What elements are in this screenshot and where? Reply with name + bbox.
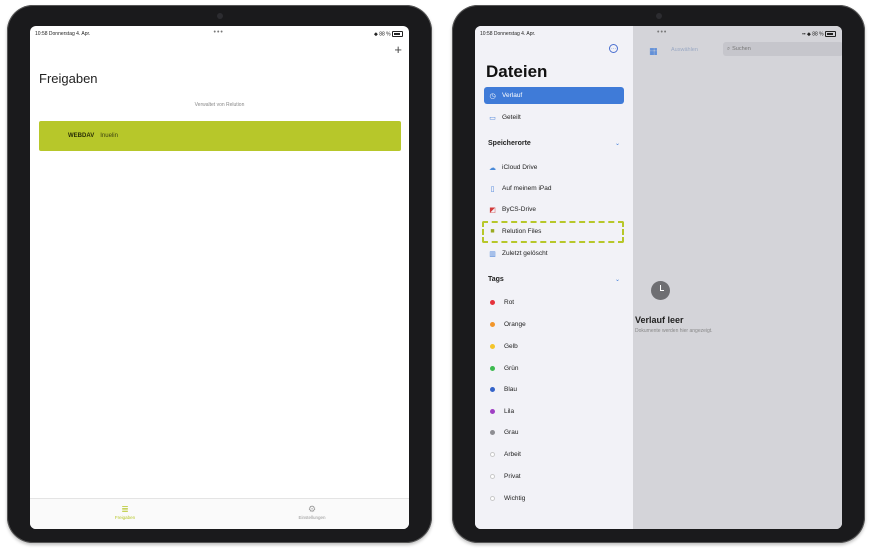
tab-bar: ≣ Freigaben ⚙ Einstellungen [30,498,409,529]
sidebar-item-label: Geteilt [502,114,521,121]
camera-dot [216,13,223,19]
add-share-button[interactable]: + [394,43,402,56]
multitask-dots[interactable]: ••• [657,29,667,36]
tag-label: Privat [504,473,521,480]
sidebar-item-verlauf[interactable]: ◷ Verlauf [484,87,624,104]
tag-item[interactable]: Gelb [484,338,624,355]
tag-item[interactable]: Blau [484,381,624,398]
wifi-battery-text: •• ◆ 88 % [802,31,824,38]
tag-item[interactable]: Grau [484,424,624,441]
chevron-down-icon[interactable]: ⌄ [615,276,620,283]
tag-label: Orange [504,321,526,328]
tag-color-dot [490,496,495,501]
status-time: 10:58 Donnerstag 4. Apr. [480,31,536,37]
status-bar-right: ••• •• ◆ 88 % [633,26,842,40]
chevron-down-icon[interactable]: ⌄ [615,140,620,147]
more-options-icon[interactable]: ··· [609,44,618,53]
tag-item[interactable]: Wichtig [484,490,624,507]
ipad-left: 10:58 Donnerstag 4. Apr. ••• ◆ 88 % + Fr… [7,5,432,543]
ipad-icon: ▯ [490,185,495,193]
sidebar-item-icloud-drive[interactable]: ☁ iCloud Drive [484,159,624,176]
recents-clock-icon [651,281,670,300]
select-button[interactable]: Auswählen [671,47,698,53]
battery-icon [392,31,403,37]
shared-folder-icon: ▭ [489,114,496,122]
gear-icon: ⚙ [307,504,317,514]
search-icon: ⌕ [727,45,731,52]
tag-item[interactable]: Rot [484,294,624,311]
sidebar-item-label: Auf meinem iPad [502,185,552,192]
tag-label: Arbeit [504,451,521,458]
tag-label: Wichtig [504,495,526,502]
page-title: Freigaben [39,71,98,86]
tag-label: Grau [504,429,519,436]
tag-color-dot [490,409,495,414]
tag-label: Lila [504,408,515,415]
multitask-dots[interactable]: ••• [214,29,224,36]
section-header-tags[interactable]: Tags ⌄ [488,276,624,283]
trash-icon: ▥ [489,250,496,258]
tag-color-dot [490,452,495,457]
list-icon: ≣ [121,504,129,514]
cloud-icon: ☁ [489,164,496,172]
share-name: WEBDAV [68,133,95,139]
tag-item[interactable]: Lila [484,403,624,420]
sidebar-item-label: ByCS-Drive [502,206,536,213]
status-bar: 10:58 Donnerstag 4. Apr. ••• ◆ 88 % [30,26,409,40]
sidebar-item-zuletzt-geloescht[interactable]: ▥ Zuletzt gelöscht [484,245,624,262]
tag-color-dot [490,474,495,479]
status-right: ◆ 88 % [374,31,403,37]
ipad-right: 10:58 Donnerstag 4. Apr. ··· Dateien ◷ V… [452,5,865,543]
empty-state-title: Verlauf leer [635,315,684,325]
tab-label: Freigaben [114,515,136,520]
camera-dot [655,13,662,19]
detail-pane: ••• •• ◆ 88 % ▦ Auswählen ⌕ Suchen Verla… [633,26,842,529]
tag-color-dot [490,344,495,349]
empty-state-subtitle: Dokumente werden hier angezeigt. [635,328,713,334]
bycs-drive-icon: ◩ [489,206,496,214]
section-title: Speicherorte [488,140,531,147]
tag-item[interactable]: Arbeit [484,446,624,463]
status-right: •• ◆ 88 % [802,31,836,37]
status-time: 10:58 Donnerstag 4. Apr. [35,31,91,37]
tag-item[interactable]: Orange [484,316,624,333]
tag-color-dot [490,322,495,327]
share-subtitle: Inuelin [100,133,118,139]
tag-label: Blau [504,386,518,393]
sidebar-title: Dateien [486,62,548,81]
relution-app-screen: 10:58 Donnerstag 4. Apr. ••• ◆ 88 % + Fr… [30,26,409,529]
battery-icon [825,31,836,37]
section-header-speicherorte[interactable]: Speicherorte ⌄ [488,140,624,147]
sidebar-item-label: Verlauf [502,92,523,99]
managed-by-caption: Verwaltet von Relution [194,102,245,108]
sidebar-item-label: Zuletzt gelöscht [502,250,548,257]
tag-color-dot [490,366,495,371]
files-app-screen: 10:58 Donnerstag 4. Apr. ··· Dateien ◷ V… [475,26,842,529]
section-title: Tags [488,276,504,283]
tag-label: Gelb [504,343,518,350]
share-row-webdav[interactable]: WEBDAV Inuelin [39,121,401,151]
tag-label: Grün [504,365,519,372]
search-input[interactable]: ⌕ Suchen [723,42,842,56]
sidebar-item-auf-meinem-ipad[interactable]: ▯ Auf meinem iPad [484,180,624,197]
sidebar-item-label: iCloud Drive [502,164,538,171]
tab-freigaben[interactable]: ≣ Freigaben [95,503,155,520]
tag-label: Rot [504,299,515,306]
search-placeholder: Suchen [732,46,751,52]
highlight-outline [482,221,624,243]
tab-label: Einstellungen [298,515,326,520]
sidebar-item-bycs-drive[interactable]: ◩ ByCS-Drive [484,201,624,218]
tag-item[interactable]: Grün [484,360,624,377]
tab-einstellungen[interactable]: ⚙ Einstellungen [282,503,342,520]
tag-color-dot [490,387,495,392]
grid-view-icon[interactable]: ▦ [649,46,658,57]
tag-item[interactable]: Privat [484,468,624,485]
files-sidebar: 10:58 Donnerstag 4. Apr. ··· Dateien ◷ V… [475,26,633,529]
wifi-battery-text: ◆ 88 % [373,31,391,38]
tag-color-dot [490,430,495,435]
sidebar-item-geteilt[interactable]: ▭ Geteilt [484,109,624,126]
tag-color-dot [490,300,495,305]
status-bar: 10:58 Donnerstag 4. Apr. [475,26,633,40]
clock-icon: ◷ [489,92,496,100]
